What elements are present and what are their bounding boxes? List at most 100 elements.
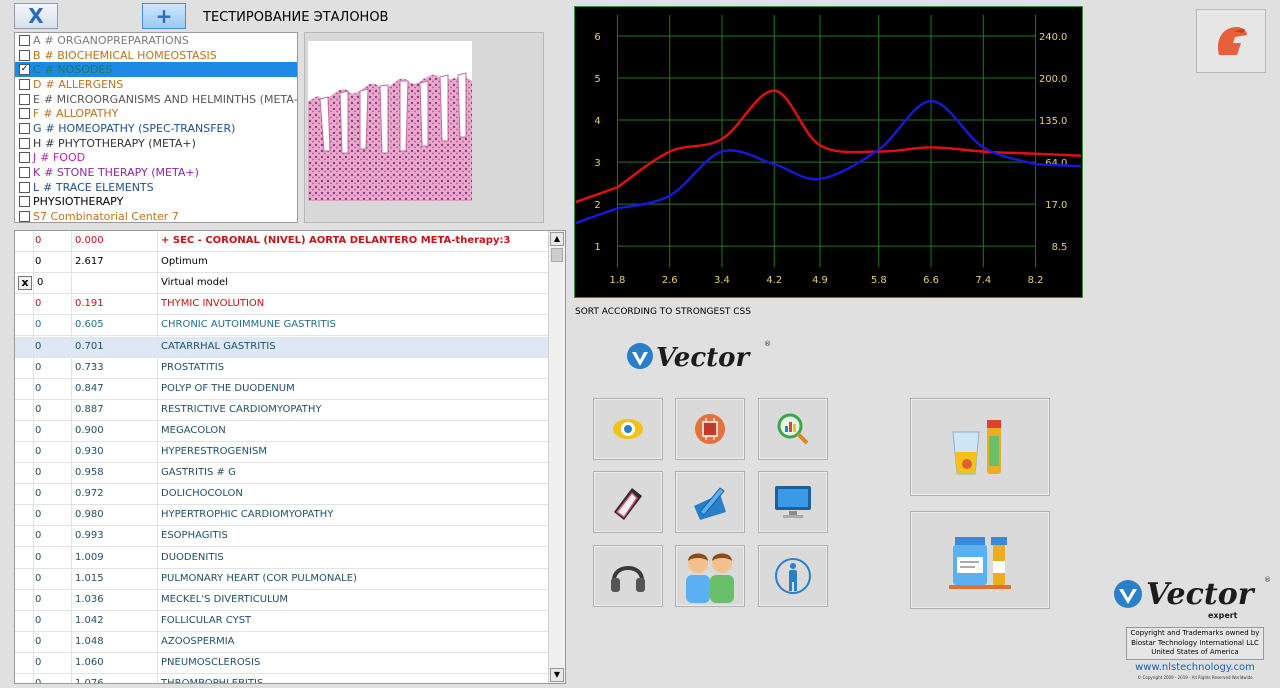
row-name: HYPERTROPHIC CARDIOMYOPATHY <box>161 509 334 521</box>
table-row[interactable]: x 0 Virtual model <box>15 273 549 295</box>
x-tick-label: 4.2 <box>766 275 782 286</box>
book-button[interactable] <box>593 471 663 533</box>
category-item[interactable]: ✓ C # NOSODES <box>15 62 297 78</box>
category-checkbox[interactable] <box>19 152 30 164</box>
row-name: POLYP OF THE DUODENUM <box>161 382 295 394</box>
category-list[interactable]: A # ORGANOPREPARATIONS B # BIOCHEMICAL HOME… <box>14 32 298 223</box>
category-item[interactable]: J # FOOD <box>15 151 297 166</box>
category-item[interactable]: D # ALLERGENS <box>15 77 297 92</box>
table-row[interactable]: 0 0.887 RESTRICTIVE CARDIOMYOPATHY <box>15 400 549 421</box>
row-name: AZOOSPERMIA <box>161 635 235 647</box>
category-checkbox[interactable]: ✓ <box>19 64 30 76</box>
table-row[interactable]: 0 0.980 HYPERTROPHIC CARDIOMYOPATHY <box>15 505 549 527</box>
row-name: DUODENITIS <box>161 551 224 563</box>
table-row[interactable]: 0 1.015 PULMONARY HEART (COR PULMONALE) <box>15 569 549 590</box>
eye-icon <box>613 419 643 439</box>
category-item[interactable]: E # MICROORGANISMS AND HELMINTHS (META-) <box>15 92 297 107</box>
histology-preview <box>304 32 544 223</box>
table-row[interactable]: 0 0.958 GASTRITIS # G <box>15 463 549 485</box>
category-label: # ALLOPATHY <box>43 107 119 121</box>
monitor-icon <box>775 486 811 518</box>
category-checkbox[interactable] <box>19 181 30 193</box>
remove-row-button[interactable]: x <box>18 276 32 291</box>
category-checkbox[interactable] <box>19 93 30 105</box>
category-label: # ORGANOPREPARATIONS <box>44 33 189 47</box>
page-title: ТЕСТИРОВАНИЕ ЭТАЛОНОВ <box>203 10 389 25</box>
category-item[interactable]: L # TRACE ELEMENTS <box>15 180 297 195</box>
category-checkbox[interactable] <box>19 49 30 61</box>
category-label: # MICROORGANISMS AND HELMINTHS (META-) <box>43 92 298 106</box>
scroll-thumb[interactable] <box>551 248 563 262</box>
category-checkbox[interactable] <box>19 211 30 222</box>
category-checkbox[interactable] <box>19 196 30 208</box>
y-right-tick-label: 200.0 <box>1039 74 1067 85</box>
remedy-bottles-button[interactable] <box>910 511 1050 609</box>
y-right-tick-label: 240.0 <box>1039 32 1067 43</box>
category-item[interactable]: H # PHYTOTHERAPY (META+) <box>15 136 297 151</box>
analysis-search-button[interactable] <box>758 398 828 460</box>
category-letter: D <box>33 77 42 91</box>
category-item[interactable]: K # STONE THERAPY (META+) <box>15 165 297 180</box>
table-row[interactable]: 0 2.617 Optimum <box>15 252 549 274</box>
row-name: Optimum <box>161 256 208 268</box>
y-left-tick-label: 2 <box>594 200 600 211</box>
category-item[interactable]: PHYSIOTHERAPY <box>15 195 297 210</box>
table-row[interactable]: 0 0.701 CATARRHAL GASTRITIS <box>15 336 549 358</box>
website-link[interactable]: www.nlstechnology.com <box>1126 662 1264 673</box>
chip-button[interactable] <box>675 398 745 460</box>
row-col2: 0.900 <box>75 424 104 436</box>
table-row[interactable]: 0 0.900 MEGACOLON <box>15 421 549 442</box>
category-item[interactable]: F # ALLOPATHY <box>15 106 297 121</box>
eye-scan-button[interactable] <box>593 398 663 460</box>
table-row[interactable]: 0 1.036 MECKEL'S DIVERTICULUM <box>15 590 549 611</box>
blue-series-line <box>617 99 1036 210</box>
table-row[interactable]: 0 0.972 DOLICHOCOLON <box>15 484 549 506</box>
results-scrollbar[interactable]: ▲ ▼ <box>548 231 565 683</box>
category-item[interactable]: S7 Combinatorial Center 7 <box>15 209 297 223</box>
table-row[interactable]: 0 1.009 DUODENITIS <box>15 548 549 569</box>
row-col1: 0 <box>35 530 42 542</box>
category-checkbox[interactable] <box>19 78 30 90</box>
table-row[interactable]: 0 1.042 FOLLICULAR CYST <box>15 611 549 632</box>
scroll-down-icon[interactable]: ▼ <box>550 668 564 682</box>
category-label: S7 Combinatorial Center 7 <box>33 210 179 223</box>
table-row[interactable]: 0 0.847 POLYP OF THE DUODENUM <box>15 379 549 400</box>
close-button[interactable]: X <box>14 3 58 29</box>
y-left-tick-label: 5 <box>594 74 600 85</box>
pen-tablet-button[interactable] <box>675 471 745 533</box>
svg-text:®: ® <box>1264 576 1271 584</box>
category-item[interactable]: G # HOMEOPATHY (SPEC-TRANSFER) <box>15 121 297 136</box>
x-tick-label: 1.8 <box>610 275 626 286</box>
category-checkbox[interactable] <box>19 137 30 149</box>
row-name: DOLICHOCOLON <box>161 488 243 500</box>
table-row[interactable]: 0 1.060 PNEUMOSCLEROSIS <box>15 653 549 675</box>
table-row[interactable]: 0 0.930 HYPERESTROGENISM <box>15 442 549 464</box>
people-icon <box>686 553 734 603</box>
table-row[interactable]: 0 0.993 ESOPHAGITIS <box>15 526 549 548</box>
table-row[interactable]: 0 1.076 THROMBOPHLEBITIS <box>15 674 549 683</box>
category-checkbox[interactable] <box>19 108 30 120</box>
people-button[interactable] <box>675 545 745 607</box>
y-right-tick-label: 17.0 <box>1045 200 1067 211</box>
pen-icon <box>694 487 726 520</box>
category-item[interactable]: A # ORGANOPREPARATIONS <box>15 33 297 48</box>
monitor-button[interactable] <box>758 471 828 533</box>
table-row[interactable]: 0 0.000 + SEC - CORONAL (NIVEL) AORTA DELA… <box>15 231 549 253</box>
scroll-up-icon[interactable]: ▲ <box>550 232 564 246</box>
category-checkbox[interactable] <box>19 34 30 46</box>
table-row[interactable]: 0 0.733 PROSTATITIS <box>15 358 549 379</box>
x-tick-label: 5.8 <box>871 275 887 286</box>
table-row[interactable]: 0 0.605 CHRONIC AUTOIMMUNE GASTRITIS <box>15 315 549 337</box>
remedy-glass-button[interactable] <box>910 398 1050 496</box>
category-checkbox[interactable] <box>19 167 30 179</box>
add-button[interactable]: + <box>142 3 186 29</box>
category-item[interactable]: B # BIOCHEMICAL HOMEOSTASIS <box>15 48 297 63</box>
brand-logo-button[interactable] <box>1196 9 1266 73</box>
row-name: RESTRICTIVE CARDIOMYOPATHY <box>161 403 322 415</box>
table-row[interactable]: 0 0.191 THYMIC INVOLUTION <box>15 294 549 316</box>
category-checkbox[interactable] <box>19 122 30 134</box>
body-button[interactable] <box>758 545 828 607</box>
headphones-button[interactable] <box>593 545 663 607</box>
table-row[interactable]: 0 1.048 AZOOSPERMIA <box>15 632 549 653</box>
spectrum-chart: 1.8 2.6 3.4 4.2 4.9 5.8 6.6 7.4 8.2 6 240.0 5 200.0 4… <box>574 6 1083 298</box>
